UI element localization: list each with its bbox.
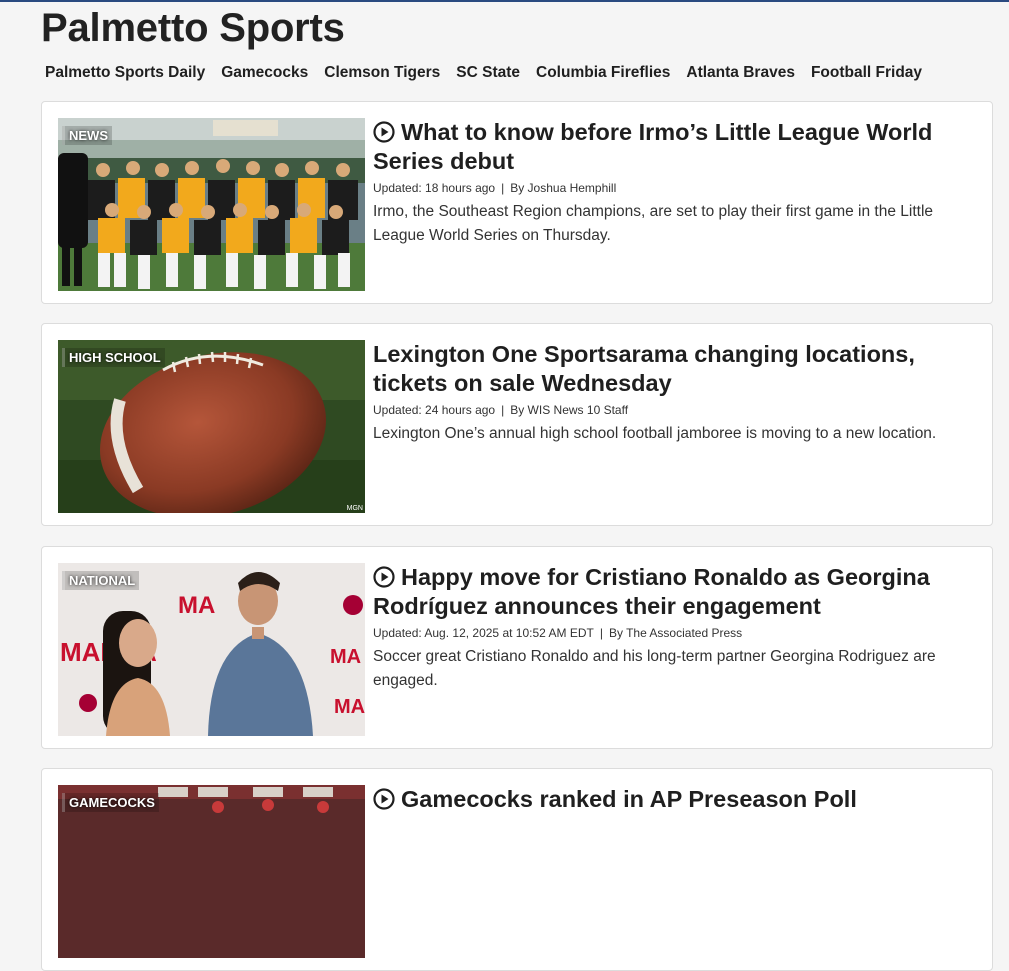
article-headline-text[interactable]: Gamecocks ranked in AP Preseason Poll	[401, 786, 857, 812]
svg-text:MA: MA	[330, 646, 361, 668]
nav-link-columbia-fireflies[interactable]: Columbia Fireflies	[536, 64, 670, 82]
meta-separator: |	[501, 181, 505, 195]
category-badge[interactable]: NEWS	[62, 126, 112, 145]
top-accent-bar	[0, 0, 1009, 2]
meta-separator: |	[599, 626, 603, 640]
article-summary: Lexington One’s annual high school footb…	[373, 425, 937, 442]
nav-link-football-friday[interactable]: Football Friday	[811, 64, 922, 82]
article-headline[interactable]: What to know before Irmo’s Little League…	[373, 118, 973, 176]
article-headline[interactable]: Gamecocks ranked in AP Preseason Poll	[373, 785, 973, 814]
article-meta: Updated: 24 hours ago | By WIS News 10 Sta…	[373, 403, 973, 417]
category-badge[interactable]: NATIONAL	[62, 571, 140, 590]
article-card[interactable]: MARCA MA MA MA NATIONAL Happy move for C…	[41, 546, 993, 749]
nav-link-atlanta-braves[interactable]: Atlanta Braves	[686, 64, 795, 82]
article-card[interactable]: GAMECOCKS Gamecocks ranked in AP Preseas…	[41, 768, 993, 971]
updated-time: Updated: 18 hours ago	[373, 181, 496, 195]
article-thumbnail[interactable]: HIGH SCHOOL MGN	[58, 340, 365, 513]
article-thumbnail[interactable]: NEWS	[58, 118, 365, 291]
article-headline[interactable]: Happy move for Cristiano Ronaldo as Geor…	[373, 563, 973, 621]
video-play-icon	[373, 566, 395, 588]
author-byline: By Joshua Hemphill	[510, 181, 617, 195]
article-summary: Irmo, the Southeast Region champions, ar…	[373, 203, 934, 244]
site-title[interactable]: Palmetto Sports	[41, 6, 345, 51]
article-summary: Soccer great Cristiano Ronaldo and his l…	[373, 648, 936, 689]
nav-link-clemson-tigers[interactable]: Clemson Tigers	[324, 64, 440, 82]
article-thumbnail[interactable]: MARCA MA MA MA NATIONAL	[58, 563, 365, 736]
article-thumbnail[interactable]: GAMECOCKS	[58, 785, 365, 958]
svg-text:MA: MA	[178, 592, 215, 619]
article-card[interactable]: HIGH SCHOOL MGN Lexington One Sportsaram…	[41, 323, 993, 526]
article-meta: Updated: 18 hours ago | By Joshua Hemphill	[373, 181, 973, 195]
category-badge[interactable]: GAMECOCKS	[62, 793, 159, 812]
article-headline[interactable]: Lexington One Sportsarama changing locat…	[373, 340, 973, 398]
article-headline-text[interactable]: Happy move for Cristiano Ronaldo as Geor…	[373, 564, 930, 619]
category-badge[interactable]: HIGH SCHOOL	[62, 348, 165, 367]
section-nav: Palmetto Sports Daily Gamecocks Clemson …	[45, 64, 922, 82]
article-headline-text[interactable]: What to know before Irmo’s Little League…	[373, 119, 932, 174]
article-card[interactable]: NEWS What to know before Irmo’s Little L…	[41, 101, 993, 304]
nav-link-palmetto-sports-daily[interactable]: Palmetto Sports Daily	[45, 64, 205, 82]
image-credit: MGN	[346, 505, 363, 512]
meta-separator: |	[501, 403, 505, 417]
article-headline-text[interactable]: Lexington One Sportsarama changing locat…	[373, 341, 915, 396]
article-meta: Updated: Aug. 12, 2025 at 10:52 AM EDT | B…	[373, 626, 973, 640]
svg-text:MA: MA	[334, 696, 365, 718]
nav-link-gamecocks[interactable]: Gamecocks	[221, 64, 308, 82]
video-play-icon	[373, 121, 395, 143]
updated-time: Updated: Aug. 12, 2025 at 10:52 AM EDT	[373, 626, 594, 640]
video-play-icon	[373, 788, 395, 810]
nav-link-sc-state[interactable]: SC State	[456, 64, 520, 82]
author-byline: By The Associated Press	[608, 626, 743, 640]
author-byline: By WIS News 10 Staff	[510, 403, 629, 417]
updated-time: Updated: 24 hours ago	[373, 403, 496, 417]
